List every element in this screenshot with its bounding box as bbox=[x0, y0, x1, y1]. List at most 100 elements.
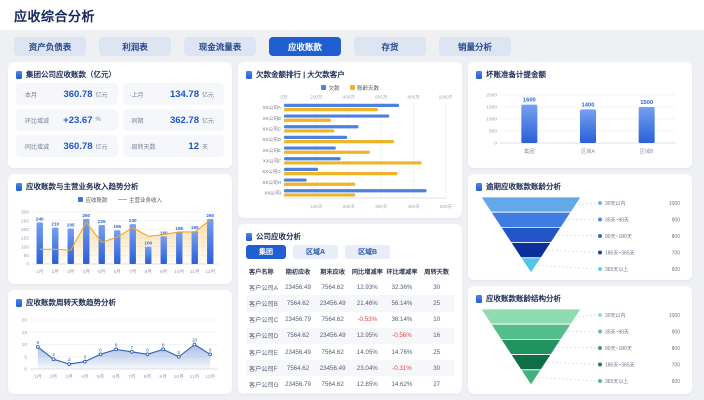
stat-card-上月: ·上月134.78亿元 bbox=[123, 83, 225, 105]
svg-text:3: 3 bbox=[83, 355, 86, 361]
tab-销量分析[interactable]: 销量分析 bbox=[439, 37, 511, 56]
table-cell: 12.85% bbox=[350, 376, 385, 392]
square-legend-icon bbox=[350, 85, 355, 90]
table-head: 客户名称期初应收期末应收同比增减率环比增减率周转天数 bbox=[246, 263, 454, 279]
trend-chart-svg: 0501001502002503002402102052602251952301… bbox=[16, 204, 222, 278]
ranking-chart-panel: 欠款金额排行 | 大欠款客户 欠款账龄天数 0万200万400万600万800万… bbox=[238, 62, 462, 218]
overdue-funnel-svg: 30天以内100030天~90天90090天~180天800180天~365天7… bbox=[476, 195, 682, 277]
tab-存货[interactable]: 存货 bbox=[354, 37, 426, 56]
table-cell: 12.95% bbox=[350, 328, 385, 344]
stats-panel-header: 集团公司应收账款（亿元） bbox=[16, 69, 224, 80]
svg-text:30天以内: 30天以内 bbox=[605, 200, 626, 207]
provision-panel-header: 坏账准备计提金额 bbox=[476, 69, 684, 80]
table-tab-集团[interactable]: 集团 bbox=[246, 245, 286, 259]
svg-text:1月: 1月 bbox=[34, 374, 41, 380]
table-row[interactable]: 客户公司F7564.6223456.4923.04%-0.31%30 bbox=[246, 360, 454, 376]
table-row[interactable]: 客户公司D7564.6223456.4912.95%-0.56%16 bbox=[246, 328, 454, 344]
svg-text:7: 7 bbox=[130, 345, 133, 351]
table-cell: 客户公司D bbox=[246, 328, 281, 344]
svg-text:8: 8 bbox=[115, 342, 118, 348]
svg-text:4月: 4月 bbox=[81, 374, 88, 380]
stat-card-同期: ·同期362.78亿元 bbox=[123, 109, 225, 131]
svg-text:10: 10 bbox=[22, 342, 28, 348]
table-panel-header: 公司应收分析 bbox=[246, 231, 454, 242]
tab-应收账款[interactable]: 应收账款 bbox=[269, 37, 341, 56]
overdue-funnel-title: 逾期应收账款账龄分析 bbox=[486, 181, 561, 192]
ranking-chart-svg: 0万200万400万600万800万1000万100天200天300天400天5… bbox=[246, 92, 452, 214]
overdue-funnel-header: 逾期应收账款账龄分析 bbox=[476, 181, 684, 192]
provision-chart-panel: 坏账准备计提金额 05001000150020001600集团1400区域A15… bbox=[468, 62, 692, 168]
ranking-panel-title: 欠款金额排行 | 大欠款客户 bbox=[256, 69, 345, 80]
svg-text:100: 100 bbox=[144, 241, 152, 246]
svg-text:210: 210 bbox=[51, 222, 59, 227]
aging-funnel-svg: 30天以内100030天~90天90090天~180天800180天~365天7… bbox=[476, 307, 682, 389]
square-legend-icon bbox=[78, 197, 83, 202]
tab-现金流量表[interactable]: 现金流量表 bbox=[184, 37, 256, 56]
table-body: 客户公司A23456.497564.6212.93%32.36%30客户公司B7… bbox=[246, 279, 454, 394]
svg-text:300天: 300天 bbox=[375, 204, 388, 210]
square-legend-icon bbox=[321, 85, 326, 90]
svg-text:XX公司B: XX公司B bbox=[263, 116, 281, 121]
table-cell: 23456.79 bbox=[281, 312, 316, 328]
svg-text:11月: 11月 bbox=[190, 374, 200, 380]
svg-text:XX公司G: XX公司G bbox=[262, 169, 281, 174]
svg-text:225: 225 bbox=[98, 219, 106, 224]
table-cell: -0.56% bbox=[385, 328, 420, 344]
stat-card-同比增减: ·同比增减360.78亿元 bbox=[16, 135, 118, 157]
svg-text:260: 260 bbox=[82, 213, 90, 218]
left-column: 集团公司应收账款（亿元） ·本月360.78亿元·上月134.78亿元·环比增减… bbox=[8, 62, 232, 394]
table-row[interactable]: 客户公司G23456.797564.6212.85%14.62%27 bbox=[246, 376, 454, 392]
svg-text:1000: 1000 bbox=[669, 201, 680, 207]
svg-text:230: 230 bbox=[129, 218, 137, 223]
svg-text:800万: 800万 bbox=[407, 95, 420, 101]
svg-text:9月: 9月 bbox=[160, 269, 167, 275]
svg-text:260: 260 bbox=[206, 213, 214, 218]
table-row[interactable]: 客户公司H7564.6223456.4924.35%12.36%20 bbox=[246, 393, 454, 395]
svg-text:250: 250 bbox=[21, 218, 29, 224]
svg-text:50: 50 bbox=[24, 253, 30, 259]
aging-funnel-panel: 应收账款账龄结构分析 30天以内100030天~90天90090天~180天80… bbox=[468, 286, 692, 394]
table-tab-区域B[interactable]: 区域B bbox=[345, 245, 390, 259]
aging-funnel-header: 应收账款账龄结构分析 bbox=[476, 293, 684, 304]
table-cell: -0.31% bbox=[385, 360, 420, 376]
stats-panel-title: 集团公司应收账款（亿元） bbox=[26, 69, 116, 80]
table-cell: 23456.49 bbox=[315, 295, 350, 311]
table-row[interactable]: 客户公司B7564.6223456.4921.46%56.14%25 bbox=[246, 295, 454, 311]
svg-text:9: 9 bbox=[36, 340, 39, 346]
svg-text:10月: 10月 bbox=[174, 269, 184, 275]
svg-text:7月: 7月 bbox=[128, 374, 135, 380]
legend-item-主营业务收入: 主营业务收入 bbox=[118, 196, 163, 204]
stat-card-环比增减: ·环比增减+23.67% bbox=[16, 109, 118, 131]
svg-text:6月: 6月 bbox=[114, 269, 121, 275]
table-row[interactable]: 客户公司C23456.797564.62-0.53%36.14%10 bbox=[246, 312, 454, 328]
svg-text:365天以上: 365天以上 bbox=[605, 378, 628, 385]
svg-text:0: 0 bbox=[26, 262, 29, 268]
overdue-funnel-panel: 逾期应收账款账龄分析 30天以内100030天~90天90090天~180天80… bbox=[468, 174, 692, 280]
svg-text:6: 6 bbox=[209, 347, 212, 353]
turnover-panel-title: 应收账款周转天数趋势分析 bbox=[26, 297, 116, 308]
tab-利润表[interactable]: 利润表 bbox=[99, 37, 171, 56]
table-row[interactable]: 客户公司E23456.497564.6214.05%14.76%25 bbox=[246, 344, 454, 360]
table-row[interactable]: 客户公司A23456.497564.6212.93%32.36%30 bbox=[246, 279, 454, 295]
svg-text:3月: 3月 bbox=[65, 374, 72, 380]
tab-资产负债表[interactable]: 资产负债表 bbox=[14, 37, 86, 56]
doc-icon bbox=[246, 233, 252, 241]
table-cell: 23456.49 bbox=[315, 328, 350, 344]
table-cell: 23456.49 bbox=[315, 360, 350, 376]
svg-text:XX公司I: XX公司I bbox=[264, 190, 281, 195]
table-cell: 7564.62 bbox=[315, 376, 350, 392]
middle-column: 欠款金额排行 | 大欠款客户 欠款账龄天数 0万200万400万600万800万… bbox=[238, 62, 462, 394]
table-tab-区域A[interactable]: 区域A bbox=[293, 245, 338, 259]
svg-text:XX公司E: XX公司E bbox=[263, 148, 281, 153]
col-header-客户名称: 客户名称 bbox=[246, 263, 281, 279]
svg-text:400天: 400天 bbox=[407, 204, 420, 210]
svg-text:150: 150 bbox=[21, 236, 29, 242]
svg-text:6: 6 bbox=[99, 347, 102, 353]
svg-text:3月: 3月 bbox=[67, 269, 74, 275]
table-cell: 7564.62 bbox=[281, 360, 316, 376]
svg-text:2000: 2000 bbox=[486, 93, 497, 99]
stat-card-周转天数: ·周转天数12天 bbox=[123, 135, 225, 157]
table-cell: 客户公司B bbox=[246, 295, 281, 311]
svg-text:195: 195 bbox=[113, 224, 121, 229]
dashboard-content: 集团公司应收账款（亿元） ·本月360.78亿元·上月134.78亿元·环比增减… bbox=[0, 62, 704, 394]
